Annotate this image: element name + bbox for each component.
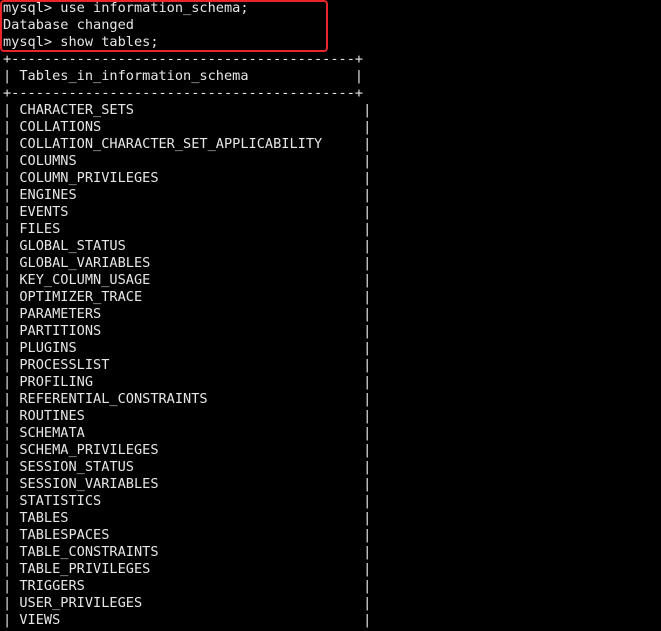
table-row: | COLLATION_CHARACTER_SET_APPLICABILITY … bbox=[3, 136, 372, 152]
table-row: | PLUGINS | bbox=[3, 340, 372, 356]
terminal-window[interactable]: mysql> use information_schema; Database … bbox=[0, 0, 661, 631]
table-row: | STATISTICS | bbox=[3, 493, 372, 509]
table-row: | PROCESSLIST | bbox=[3, 357, 372, 373]
table-row: | FILES | bbox=[3, 221, 372, 237]
table-row: | GLOBAL_STATUS | bbox=[3, 238, 372, 254]
table-row: | CHARACTER_SETS | bbox=[3, 102, 372, 118]
table-header: | Tables_in_information_schema | bbox=[3, 68, 364, 84]
table-row: | REFERENTIAL_CONSTRAINTS | bbox=[3, 391, 372, 407]
table-row: | GLOBAL_VARIABLES | bbox=[3, 255, 372, 271]
table-border-top: +---------------------------------------… bbox=[3, 51, 364, 67]
table-row: | COLLATIONS | bbox=[3, 119, 372, 135]
table-row: | PROFILING | bbox=[3, 374, 372, 390]
table-row: | SCHEMA_PRIVILEGES | bbox=[3, 442, 372, 458]
table-row: | TABLE_CONSTRAINTS | bbox=[3, 544, 372, 560]
table-row: | EVENTS | bbox=[3, 204, 372, 220]
table-row: | OPTIMIZER_TRACE | bbox=[3, 289, 372, 305]
table-row: | TRIGGERS | bbox=[3, 578, 372, 594]
table-row: | VIEWS | bbox=[3, 612, 372, 628]
table-row: | TABLE_PRIVILEGES | bbox=[3, 561, 372, 577]
table-row: | TABLESPACES | bbox=[3, 527, 372, 543]
table-row: | SESSION_STATUS | bbox=[3, 459, 372, 475]
table-row: | USER_PRIVILEGES | bbox=[3, 595, 372, 611]
red-highlight-box bbox=[0, 0, 328, 52]
table-row: | PARTITIONS | bbox=[3, 323, 372, 339]
table-border-header: +---------------------------------------… bbox=[3, 85, 364, 101]
table-row: | COLUMNS | bbox=[3, 153, 372, 169]
table-row: | SCHEMATA | bbox=[3, 425, 372, 441]
table-row: | COLUMN_PRIVILEGES | bbox=[3, 170, 372, 186]
table-row: | SESSION_VARIABLES | bbox=[3, 476, 372, 492]
table-row: | TABLES | bbox=[3, 510, 372, 526]
table-row: | ROUTINES | bbox=[3, 408, 372, 424]
table-row: | PARAMETERS | bbox=[3, 306, 372, 322]
table-row: | KEY_COLUMN_USAGE | bbox=[3, 272, 372, 288]
table-row: | ENGINES | bbox=[3, 187, 372, 203]
